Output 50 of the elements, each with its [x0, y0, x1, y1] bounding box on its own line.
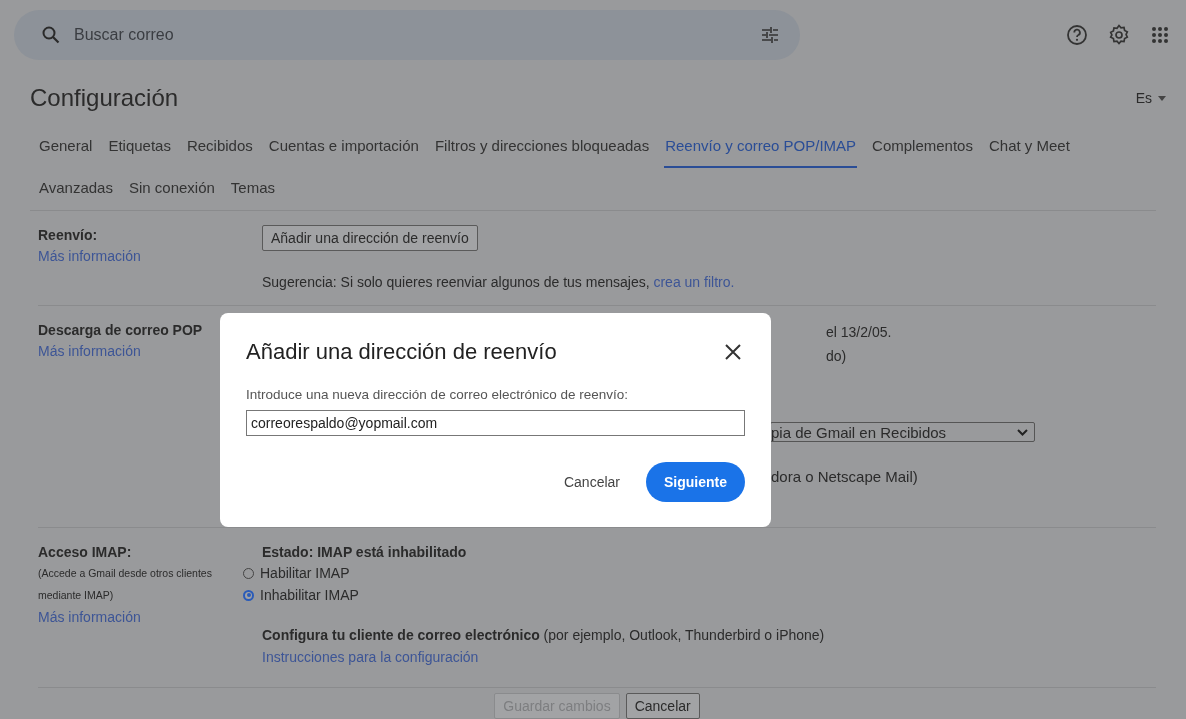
search-bar[interactable]: Buscar correo	[14, 10, 800, 60]
caret-icon	[1158, 95, 1166, 101]
apps-icon[interactable]	[1150, 25, 1170, 45]
settings-tab[interactable]: Sin conexión	[127, 168, 216, 210]
close-icon[interactable]	[725, 344, 741, 360]
section-label: Reenvío:	[38, 226, 98, 245]
tip-text: Sugerencia: Si solo quieres reenviar algunos de tus mensajes, crea un filtro.	[262, 273, 735, 292]
action-select[interactable]: pia de Gmail en Recibidos	[770, 422, 1035, 442]
email-input-field[interactable]: correorespaldo@yopmail.com	[246, 410, 745, 436]
more-info-link[interactable]: Más información	[38, 340, 141, 362]
imap-note-text: mediante IMAP)	[38, 588, 114, 603]
cancel-button[interactable]: Cancelar	[625, 693, 700, 719]
dialog-cancel-button[interactable]: Cancelar	[551, 466, 632, 498]
imap-status-text: Estado: IMAP está inhabilitado	[262, 543, 467, 562]
settings-tab[interactable]: Temas	[229, 168, 277, 210]
pop-status-text: do)	[826, 347, 847, 366]
settings-tab[interactable]: Avanzadas	[38, 168, 114, 210]
settings-tab[interactable]: Reenvío y correo POP/IMAP	[664, 126, 858, 168]
settings-tab[interactable]: Filtros y direcciones bloqueadas	[433, 126, 651, 168]
dialog-title: Añadir una dirección de reenvío	[246, 339, 557, 365]
radio-label: Habilitar IMAP	[260, 564, 350, 583]
more-info-link[interactable]: Más información	[38, 606, 141, 628]
pop-note-text: dora o Netscape Mail)	[771, 468, 918, 485]
pop-status-text: el 13/2/05.	[826, 323, 892, 342]
radio-label: Inhabilitar IMAP	[260, 586, 359, 605]
page-title: Configuración	[30, 84, 179, 112]
settings-tab[interactable]: General	[38, 126, 94, 168]
search-field[interactable]: Buscar correo	[72, 25, 760, 45]
help-icon[interactable]	[1066, 24, 1088, 46]
configure-text: Configura tu cliente de correo electrónico (por ejemplo, Outlook, Thunderbird o iPhone)	[262, 626, 825, 645]
imap-note-text: (Accede a Gmail desde otros clientes	[38, 566, 212, 581]
settings-tab[interactable]: Cuentas e importación	[267, 126, 420, 168]
settings-tab[interactable]: Chat y Meet	[987, 126, 1071, 168]
search-icon	[42, 26, 60, 44]
radio-button[interactable]	[243, 589, 254, 601]
dialog-prompt: Introduce una nueva dirección de correo electrónico de reenvío:	[246, 387, 629, 402]
settings-tab[interactable]: Recibidos	[185, 126, 254, 168]
filter-icon[interactable]	[760, 26, 780, 44]
section-label: Descarga de correo POP	[38, 321, 203, 340]
chevron-icon	[1017, 428, 1028, 436]
next-button[interactable]: Siguiente	[646, 462, 745, 502]
language-menu[interactable]: Es	[1135, 90, 1166, 106]
settings-icon[interactable]	[1108, 24, 1130, 46]
more-info-link[interactable]: Más información	[38, 245, 141, 267]
add-forwarding-button[interactable]: Añadir una dirección de reenvío	[262, 225, 478, 251]
section-label: Acceso IMAP:	[38, 543, 132, 562]
settings-tab[interactable]: Complementos	[871, 126, 974, 168]
create-filter-link[interactable]: crea un filtro.	[653, 274, 735, 290]
settings-tab[interactable]: Etiquetas	[107, 126, 172, 168]
setup-instructions-link[interactable]: Instrucciones para la configuración	[262, 646, 479, 668]
